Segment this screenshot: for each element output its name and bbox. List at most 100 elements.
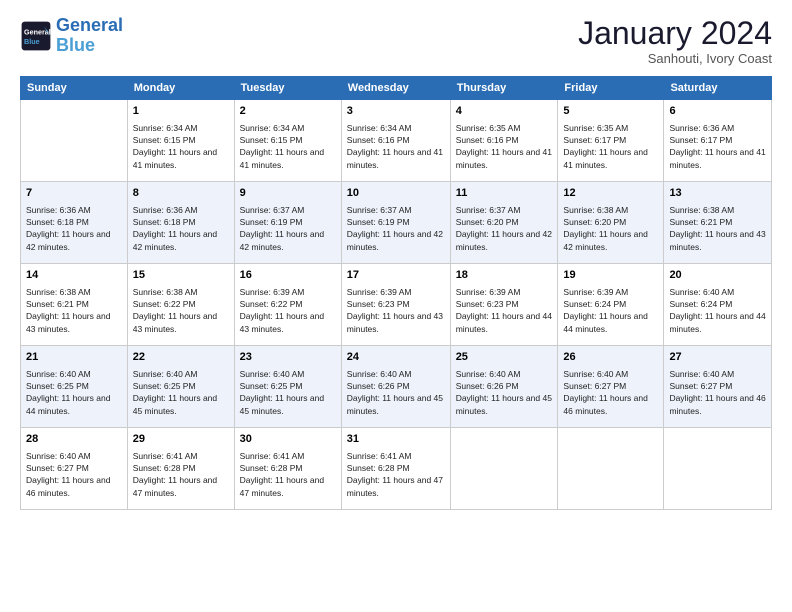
- day-cell: [21, 100, 128, 182]
- day-info: Sunrise: 6:39 AMSunset: 6:23 PMDaylight:…: [347, 286, 445, 335]
- day-cell: 23 Sunrise: 6:40 AMSunset: 6:25 PMDayligh…: [234, 346, 341, 428]
- day-cell: [664, 428, 772, 510]
- day-cell: 22 Sunrise: 6:40 AMSunset: 6:25 PMDayligh…: [127, 346, 234, 428]
- day-cell: 30 Sunrise: 6:41 AMSunset: 6:28 PMDayligh…: [234, 428, 341, 510]
- day-info: Sunrise: 6:36 AMSunset: 6:18 PMDaylight:…: [26, 204, 122, 253]
- day-number: 1: [133, 104, 229, 119]
- day-info: Sunrise: 6:34 AMSunset: 6:15 PMDaylight:…: [133, 122, 229, 171]
- day-cell: 2Sunrise: 6:34 AMSunset: 6:15 PMDaylight…: [234, 100, 341, 182]
- location-subtitle: Sanhouti, Ivory Coast: [578, 51, 772, 66]
- day-info: Sunrise: 6:39 AMSunset: 6:23 PMDaylight:…: [456, 286, 553, 335]
- day-cell: 15 Sunrise: 6:38 AMSunset: 6:22 PMDayligh…: [127, 264, 234, 346]
- month-title: January 2024: [578, 16, 772, 51]
- day-cell: 14Sunrise: 6:38 AMSunset: 6:21 PMDayligh…: [21, 264, 128, 346]
- day-info: Sunrise: 6:40 AMSunset: 6:25 PMDaylight:…: [240, 368, 336, 417]
- week-row-3: 21 Sunrise: 6:40 AMSunset: 6:25 PMDayligh…: [21, 346, 772, 428]
- title-area: January 2024 Sanhouti, Ivory Coast: [578, 16, 772, 66]
- day-cell: 10 Sunrise: 6:37 AMSunset: 6:19 PMDayligh…: [341, 182, 450, 264]
- day-info: Sunrise: 6:41 AMSunset: 6:28 PMDaylight:…: [133, 450, 229, 499]
- day-cell: [450, 428, 558, 510]
- day-cell: 24 Sunrise: 6:40 AMSunset: 6:26 PMDayligh…: [341, 346, 450, 428]
- day-number: 7: [26, 186, 122, 201]
- day-cell: 1 Sunrise: 6:34 AMSunset: 6:15 PMDaylight…: [127, 100, 234, 182]
- day-info: Sunrise: 6:41 AMSunset: 6:28 PMDaylight:…: [347, 450, 445, 499]
- day-cell: 12Sunrise: 6:38 AMSunset: 6:20 PMDayligh…: [558, 182, 664, 264]
- day-cell: 31 Sunrise: 6:41 AMSunset: 6:28 PMDayligh…: [341, 428, 450, 510]
- logo: General Blue GeneralBlue: [20, 16, 123, 56]
- col-thursday: Thursday: [450, 77, 558, 100]
- day-number: 26: [563, 350, 658, 365]
- day-number: 13: [669, 186, 766, 201]
- day-cell: 21Sunrise: 6:40 AMSunset: 6:25 PMDayligh…: [21, 346, 128, 428]
- day-number: 17: [347, 268, 445, 283]
- day-info: Sunrise: 6:40 AMSunset: 6:25 PMDaylight:…: [133, 368, 229, 417]
- day-info: Sunrise: 6:39 AMSunset: 6:24 PMDaylight:…: [563, 286, 658, 335]
- day-cell: 9Sunrise: 6:37 AMSunset: 6:19 PMDaylight…: [234, 182, 341, 264]
- day-number: 8: [133, 186, 229, 201]
- day-info: Sunrise: 6:40 AMSunset: 6:27 PMDaylight:…: [26, 450, 122, 499]
- col-sunday: Sunday: [21, 77, 128, 100]
- day-cell: 7 Sunrise: 6:36 AMSunset: 6:18 PMDaylight…: [21, 182, 128, 264]
- day-number: 3: [347, 104, 445, 119]
- day-cell: 16Sunrise: 6:39 AMSunset: 6:22 PMDayligh…: [234, 264, 341, 346]
- day-number: 27: [669, 350, 766, 365]
- day-number: 28: [26, 432, 122, 447]
- day-cell: [558, 428, 664, 510]
- col-friday: Friday: [558, 77, 664, 100]
- day-number: 20: [669, 268, 766, 283]
- calendar-page: General Blue GeneralBlue January 2024 Sa…: [0, 0, 792, 612]
- day-info: Sunrise: 6:40 AMSunset: 6:27 PMDaylight:…: [563, 368, 658, 417]
- day-info: Sunrise: 6:40 AMSunset: 6:24 PMDaylight:…: [669, 286, 766, 335]
- day-number: 5: [563, 104, 658, 119]
- day-cell: 11Sunrise: 6:37 AMSunset: 6:20 PMDayligh…: [450, 182, 558, 264]
- day-info: Sunrise: 6:34 AMSunset: 6:15 PMDaylight:…: [240, 122, 336, 171]
- day-cell: 18 Sunrise: 6:39 AMSunset: 6:23 PMDayligh…: [450, 264, 558, 346]
- day-cell: 13 Sunrise: 6:38 AMSunset: 6:21 PMDayligh…: [664, 182, 772, 264]
- week-row-1: 7 Sunrise: 6:36 AMSunset: 6:18 PMDaylight…: [21, 182, 772, 264]
- header-row: Sunday Monday Tuesday Wednesday Thursday…: [21, 77, 772, 100]
- day-info: Sunrise: 6:36 AMSunset: 6:17 PMDaylight:…: [669, 122, 766, 171]
- day-number: 30: [240, 432, 336, 447]
- week-row-0: 1 Sunrise: 6:34 AMSunset: 6:15 PMDaylight…: [21, 100, 772, 182]
- day-info: Sunrise: 6:35 AMSunset: 6:17 PMDaylight:…: [563, 122, 658, 171]
- day-number: 18: [456, 268, 553, 283]
- week-row-2: 14Sunrise: 6:38 AMSunset: 6:21 PMDayligh…: [21, 264, 772, 346]
- day-info: Sunrise: 6:37 AMSunset: 6:20 PMDaylight:…: [456, 204, 553, 253]
- day-number: 15: [133, 268, 229, 283]
- day-cell: 28 Sunrise: 6:40 AMSunset: 6:27 PMDayligh…: [21, 428, 128, 510]
- col-tuesday: Tuesday: [234, 77, 341, 100]
- day-info: Sunrise: 6:37 AMSunset: 6:19 PMDaylight:…: [347, 204, 445, 253]
- day-cell: 4Sunrise: 6:35 AMSunset: 6:16 PMDaylight…: [450, 100, 558, 182]
- day-number: 21: [26, 350, 122, 365]
- col-saturday: Saturday: [664, 77, 772, 100]
- day-number: 24: [347, 350, 445, 365]
- day-cell: 29Sunrise: 6:41 AMSunset: 6:28 PMDayligh…: [127, 428, 234, 510]
- day-info: Sunrise: 6:38 AMSunset: 6:22 PMDaylight:…: [133, 286, 229, 335]
- day-info: Sunrise: 6:36 AMSunset: 6:18 PMDaylight:…: [133, 204, 229, 253]
- day-info: Sunrise: 6:38 AMSunset: 6:21 PMDaylight:…: [669, 204, 766, 253]
- day-info: Sunrise: 6:38 AMSunset: 6:21 PMDaylight:…: [26, 286, 122, 335]
- day-number: 19: [563, 268, 658, 283]
- day-cell: 26 Sunrise: 6:40 AMSunset: 6:27 PMDayligh…: [558, 346, 664, 428]
- day-number: 16: [240, 268, 336, 283]
- day-info: Sunrise: 6:41 AMSunset: 6:28 PMDaylight:…: [240, 450, 336, 499]
- day-info: Sunrise: 6:34 AMSunset: 6:16 PMDaylight:…: [347, 122, 445, 171]
- svg-text:General: General: [24, 27, 51, 36]
- day-number: 22: [133, 350, 229, 365]
- day-number: 23: [240, 350, 336, 365]
- day-number: 31: [347, 432, 445, 447]
- day-cell: 3 Sunrise: 6:34 AMSunset: 6:16 PMDaylight…: [341, 100, 450, 182]
- day-number: 9: [240, 186, 336, 201]
- day-number: 10: [347, 186, 445, 201]
- day-number: 6: [669, 104, 766, 119]
- week-row-4: 28 Sunrise: 6:40 AMSunset: 6:27 PMDayligh…: [21, 428, 772, 510]
- day-info: Sunrise: 6:40 AMSunset: 6:26 PMDaylight:…: [347, 368, 445, 417]
- day-info: Sunrise: 6:40 AMSunset: 6:27 PMDaylight:…: [669, 368, 766, 417]
- day-cell: 8 Sunrise: 6:36 AMSunset: 6:18 PMDaylight…: [127, 182, 234, 264]
- logo-icon: General Blue: [20, 20, 52, 52]
- header: General Blue GeneralBlue January 2024 Sa…: [20, 16, 772, 66]
- day-cell: 5 Sunrise: 6:35 AMSunset: 6:17 PMDaylight…: [558, 100, 664, 182]
- day-info: Sunrise: 6:38 AMSunset: 6:20 PMDaylight:…: [563, 204, 658, 253]
- day-cell: 27 Sunrise: 6:40 AMSunset: 6:27 PMDayligh…: [664, 346, 772, 428]
- day-cell: 17 Sunrise: 6:39 AMSunset: 6:23 PMDayligh…: [341, 264, 450, 346]
